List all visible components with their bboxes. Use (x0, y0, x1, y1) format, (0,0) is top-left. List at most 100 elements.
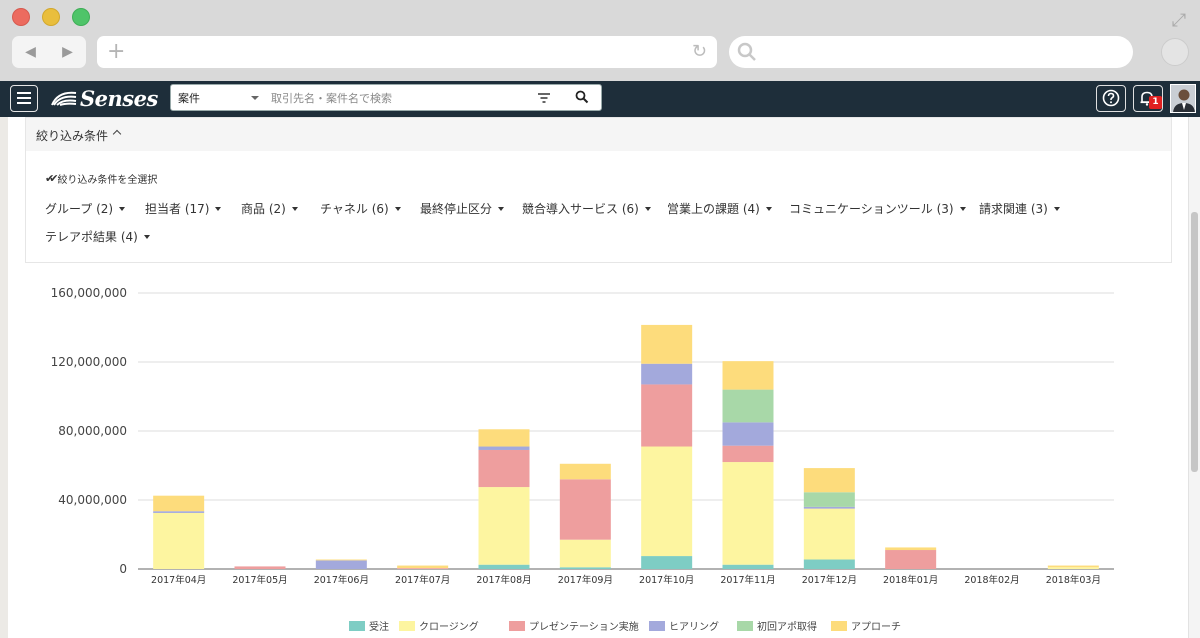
filter-owner-dropdown[interactable]: 担当者 (17) (145, 200, 222, 217)
filter-stop-category-dropdown[interactable]: 最終停止区分 (420, 200, 505, 217)
y-tick-label: 40,000,000 (58, 493, 127, 507)
bar-segment (1047, 565, 1099, 568)
x-tick-label: 2018年02月 (964, 574, 1019, 586)
menu-line (17, 97, 31, 99)
y-tick-label: 120,000,000 (51, 355, 127, 369)
back-arrow-icon[interactable]: ◀ (25, 44, 36, 60)
filter-sales-issue-dropdown[interactable]: 営業上の課題 (4) (667, 200, 772, 217)
window-maximize-button[interactable] (72, 8, 90, 26)
filter-panel-header[interactable]: 絞り込み条件 (26, 118, 1171, 151)
caret-down-icon (119, 206, 126, 211)
browser-profile-icon[interactable] (1161, 38, 1189, 66)
pipeline-chart: 0 40,000,000 80,000,000 120,000,000 160,000,… (0, 270, 1188, 638)
legend-label: 初回アポ取得 (757, 620, 817, 633)
filter-label: 営業上の課題 (4) (667, 202, 760, 216)
x-tick-label: 2017年07月 (395, 574, 450, 586)
y-tick-label: 0 (119, 562, 127, 576)
bar-segment (641, 384, 693, 447)
menu-button[interactable] (10, 85, 38, 112)
caret-down-icon (1053, 206, 1060, 211)
filter-icon[interactable] (537, 91, 551, 105)
legend-swatch (831, 621, 847, 631)
bar-segment (478, 564, 530, 569)
double-check-icon: ✔✔ (45, 172, 59, 185)
x-tick-label: 2018年01月 (883, 574, 938, 586)
caret-down-icon (394, 206, 401, 211)
caret-down-icon (498, 206, 505, 211)
browser-nav-buttons: ◀ ▶ (12, 36, 86, 68)
reload-icon[interactable]: ↻ (692, 41, 707, 62)
caret-down-icon (143, 234, 150, 239)
fullscreen-icon[interactable]: ⤢ (1168, 10, 1190, 32)
filter-group-dropdown[interactable]: グループ (2) (45, 200, 126, 217)
legend-label: ヒアリング (669, 620, 719, 633)
caret-down-icon (959, 206, 966, 211)
bar-segment (722, 422, 774, 446)
grid-layer (138, 292, 1114, 570)
scrollbar-thumb[interactable] (1191, 212, 1198, 472)
bar-segment (478, 487, 530, 565)
notification-button[interactable]: 1 (1133, 85, 1163, 112)
browser-search-bar[interactable] (729, 36, 1133, 68)
filter-channel-dropdown[interactable]: チャネル (6) (320, 200, 401, 217)
filter-communication-tool-dropdown[interactable]: コミュニケーションツール (3) (789, 200, 966, 217)
search-type-select[interactable]: 案件 (178, 90, 200, 106)
bar-segment (397, 568, 449, 569)
browser-search-icon (737, 42, 756, 61)
window-close-button[interactable] (12, 8, 30, 26)
menu-line (17, 102, 31, 104)
chevron-down-icon[interactable] (251, 96, 259, 100)
filter-teleapo-result-dropdown[interactable]: テレアポ結果 (4) (45, 228, 150, 245)
x-tick-label: 2017年06月 (314, 574, 369, 586)
legend: 受注 クロージング プレゼンテーション実施 ヒアリング 初回アポ取得 アプローチ (349, 620, 901, 633)
window-minimize-button[interactable] (42, 8, 60, 26)
help-button[interactable] (1096, 85, 1126, 112)
filter-label: チャネル (6) (320, 202, 389, 216)
y-tick-label: 160,000,000 (51, 286, 127, 300)
bar-segment (641, 324, 693, 364)
filter-panel: 絞り込み条件 ✔✔ 絞り込み条件を全選択 グループ (2) 担当者 (17) 商… (25, 117, 1172, 263)
x-tick-label: 2017年12月 (802, 574, 857, 586)
search-icon[interactable] (575, 90, 589, 104)
filter-competitor-dropdown[interactable]: 競合導入サービス (6) (522, 200, 651, 217)
bar-segment (153, 512, 205, 569)
bar-segment (803, 468, 855, 493)
page-scrollbar[interactable] (1188, 117, 1200, 638)
filter-billing-dropdown[interactable]: 請求関連 (3) (979, 200, 1060, 217)
bar-segment (153, 495, 205, 512)
bar-segment (478, 449, 530, 488)
forward-arrow-icon[interactable]: ▶ (62, 44, 73, 60)
legend-swatch (509, 621, 525, 631)
bar-segment (722, 361, 774, 390)
bar-segment (397, 565, 449, 569)
legend-label: プレゼンテーション実施 (529, 620, 639, 633)
caret-down-icon (291, 206, 298, 211)
filter-label: 請求関連 (3) (979, 202, 1048, 216)
filter-label: 競合導入サービス (6) (522, 202, 639, 216)
legend-swatch (399, 621, 415, 631)
select-all-filters-link[interactable]: ✔✔ 絞り込み条件を全選択 (45, 171, 157, 186)
caret-down-icon (765, 206, 772, 211)
bar-segment (478, 446, 530, 450)
bar-segment (722, 389, 774, 423)
filter-label: 商品 (2) (241, 202, 286, 216)
x-tick-label: 2017年04月 (151, 574, 206, 586)
new-tab-plus-icon[interactable]: + (107, 39, 125, 65)
bar-segment (641, 556, 693, 569)
x-tick-label: 2017年09月 (558, 574, 613, 586)
filter-label: 担当者 (17) (145, 202, 210, 216)
user-avatar[interactable] (1170, 84, 1196, 113)
global-search: 案件 取引先名・案件名で検索 (170, 84, 602, 111)
filter-product-dropdown[interactable]: 商品 (2) (241, 200, 298, 217)
app-logo[interactable]: Senses (50, 86, 158, 111)
x-tick-label: 2017年05月 (232, 574, 287, 586)
x-tick-label: 2018年03月 (1046, 574, 1101, 586)
caret-down-icon (644, 206, 651, 211)
caret-down-icon (215, 206, 222, 211)
chevron-up-icon[interactable] (112, 129, 122, 139)
filter-label: グループ (2) (45, 202, 114, 216)
bar-segment (315, 560, 367, 569)
filter-label: コミュニケーションツール (3) (789, 202, 954, 216)
address-bar[interactable]: + ↻ (97, 36, 717, 68)
search-input[interactable]: 取引先名・案件名で検索 (271, 90, 392, 106)
